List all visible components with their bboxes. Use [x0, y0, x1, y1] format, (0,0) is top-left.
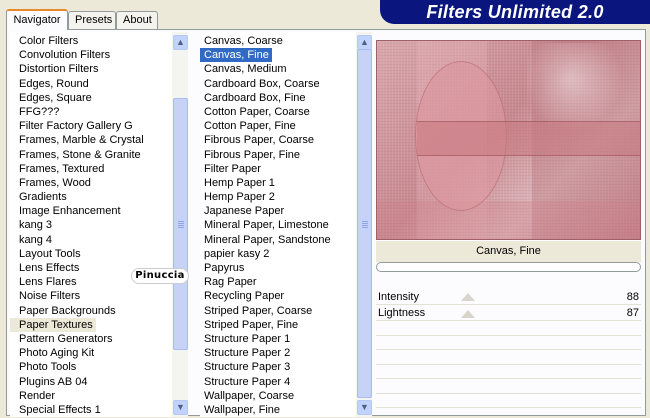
- slider-intensity[interactable]: Intensity 88: [376, 289, 641, 305]
- list-item[interactable]: Paper Backgrounds: [10, 304, 172, 318]
- list-item[interactable]: Convolution Filters: [10, 48, 172, 62]
- list-item[interactable]: papier kasy 2: [200, 247, 356, 261]
- list-item[interactable]: kang 4: [10, 233, 172, 247]
- list-item[interactable]: Gradients: [10, 190, 172, 204]
- slider-lightness[interactable]: Lightness 87: [376, 305, 641, 321]
- list-item[interactable]: Cardboard Box, Fine: [200, 91, 356, 105]
- list-item[interactable]: Structure Paper 1: [200, 332, 356, 346]
- app-title-banner: Filters Unlimited 2.0: [380, 0, 650, 24]
- slider-label: Lightness: [378, 307, 426, 319]
- list-item[interactable]: Frames, Marble & Crystal: [10, 133, 172, 147]
- list-item[interactable]: Striped Paper, Coarse: [200, 304, 356, 318]
- list-item[interactable]: Hemp Paper 1: [200, 176, 356, 190]
- list-item[interactable]: Canvas, Medium: [200, 62, 356, 76]
- list-item[interactable]: Special Effects 1: [10, 403, 172, 417]
- list-item-label: Canvas, Fine: [200, 48, 272, 63]
- slider-thumb-icon[interactable]: [461, 293, 475, 301]
- list-item[interactable]: Noise Filters: [10, 289, 172, 303]
- list-item[interactable]: Hemp Paper 2: [200, 190, 356, 204]
- selected-filter-name: Canvas, Fine: [376, 241, 641, 262]
- tab-about[interactable]: About: [116, 11, 158, 29]
- list-item[interactable]: Cotton Paper, Fine: [200, 119, 356, 133]
- list-item[interactable]: Structure Paper 4: [200, 375, 356, 389]
- progress-bar: [376, 262, 641, 272]
- list-item[interactable]: Structure Paper 3: [200, 360, 356, 374]
- category-scroll-thumb[interactable]: [173, 98, 188, 350]
- list-item[interactable]: Filter Factory Gallery G: [10, 119, 172, 133]
- list-item[interactable]: Plugins AB 04: [10, 375, 172, 389]
- list-item[interactable]: Frames, Wood: [10, 176, 172, 190]
- filter-scrollbar[interactable]: ▲ ▼: [356, 32, 372, 417]
- grip-icon: [362, 220, 368, 228]
- list-item[interactable]: Photo Tools: [10, 360, 172, 374]
- watermark-badge: Pinuccia: [131, 268, 189, 284]
- category-list-items: Color Filters Convolution Filters Distorti…: [10, 34, 172, 417]
- parameter-sliders: Intensity 88 Lightness 87: [376, 289, 641, 411]
- list-item[interactable]: Structure Paper 2: [200, 346, 356, 360]
- slider-empty: [376, 350, 641, 365]
- list-item[interactable]: Color Filters: [10, 34, 172, 48]
- list-item[interactable]: Photo Aging Kit: [10, 346, 172, 360]
- list-item[interactable]: Image Enhancement: [10, 204, 172, 218]
- filter-list-items: Canvas, Coarse Canvas, Fine Canvas, Medium…: [200, 34, 356, 417]
- list-item[interactable]: Layout Tools: [10, 247, 172, 261]
- list-item[interactable]: Recycling Paper: [200, 289, 356, 303]
- preview-image: [376, 40, 641, 240]
- list-item[interactable]: FFG???: [10, 105, 172, 119]
- list-item[interactable]: Striped Paper, Fine: [200, 318, 356, 332]
- tab-presets[interactable]: Presets: [68, 11, 116, 29]
- list-item[interactable]: Edges, Round: [10, 77, 172, 91]
- slider-value: 87: [626, 307, 639, 319]
- list-item[interactable]: Cardboard Box, Coarse: [200, 77, 356, 91]
- grip-icon: [178, 221, 184, 228]
- list-item[interactable]: Mineral Paper, Sandstone: [200, 233, 356, 247]
- list-item[interactable]: Rag Paper: [200, 275, 356, 289]
- list-item[interactable]: Wallpaper, Fine: [200, 403, 356, 417]
- slider-empty: [376, 365, 641, 379]
- list-item[interactable]: Wallpaper, Coarse: [200, 389, 356, 403]
- list-item-label: Paper Textures: [10, 317, 96, 332]
- list-item[interactable]: Render: [10, 389, 172, 403]
- slider-empty: [376, 321, 641, 336]
- list-item[interactable]: Japanese Paper: [200, 204, 356, 218]
- slider-thumb-icon[interactable]: [461, 310, 475, 318]
- list-item[interactable]: Fibrous Paper, Coarse: [200, 133, 356, 147]
- list-item[interactable]: Pattern Generators: [10, 332, 172, 346]
- category-list[interactable]: Color Filters Convolution Filters Distorti…: [10, 32, 188, 417]
- slider-label: Intensity: [378, 291, 419, 303]
- filter-scroll-thumb[interactable]: [357, 49, 372, 398]
- list-item[interactable]: Filter Paper: [200, 162, 356, 176]
- list-item[interactable]: Mineral Paper, Limestone: [200, 218, 356, 232]
- tab-navigator[interactable]: Navigator: [6, 9, 68, 30]
- list-item[interactable]: kang 3: [10, 218, 172, 232]
- list-item[interactable]: Frames, Stone & Granite: [10, 148, 172, 162]
- slider-empty: [376, 394, 641, 408]
- filter-list[interactable]: Canvas, Coarse Canvas, Fine Canvas, Medium…: [200, 32, 372, 417]
- slider-value: 88: [626, 291, 639, 303]
- scroll-down-icon[interactable]: ▼: [357, 400, 372, 415]
- list-item[interactable]: Distortion Filters: [10, 62, 172, 76]
- slider-empty: [376, 379, 641, 394]
- list-item[interactable]: Edges, Square: [10, 91, 172, 105]
- scroll-up-icon[interactable]: ▲: [173, 35, 188, 50]
- list-item[interactable]: Cotton Paper, Coarse: [200, 105, 356, 119]
- list-item[interactable]: Canvas, Fine: [200, 48, 356, 63]
- list-item[interactable]: Canvas, Coarse: [200, 34, 356, 48]
- slider-empty: [376, 336, 641, 350]
- list-item[interactable]: Frames, Textured: [10, 162, 172, 176]
- list-item[interactable]: Fibrous Paper, Fine: [200, 148, 356, 162]
- list-item[interactable]: Papyrus: [200, 261, 356, 275]
- category-scrollbar[interactable]: ▲ ▼: [172, 32, 188, 417]
- scroll-up-icon[interactable]: ▲: [357, 35, 372, 50]
- scroll-down-icon[interactable]: ▼: [173, 400, 188, 415]
- list-item[interactable]: Paper Textures: [10, 317, 172, 332]
